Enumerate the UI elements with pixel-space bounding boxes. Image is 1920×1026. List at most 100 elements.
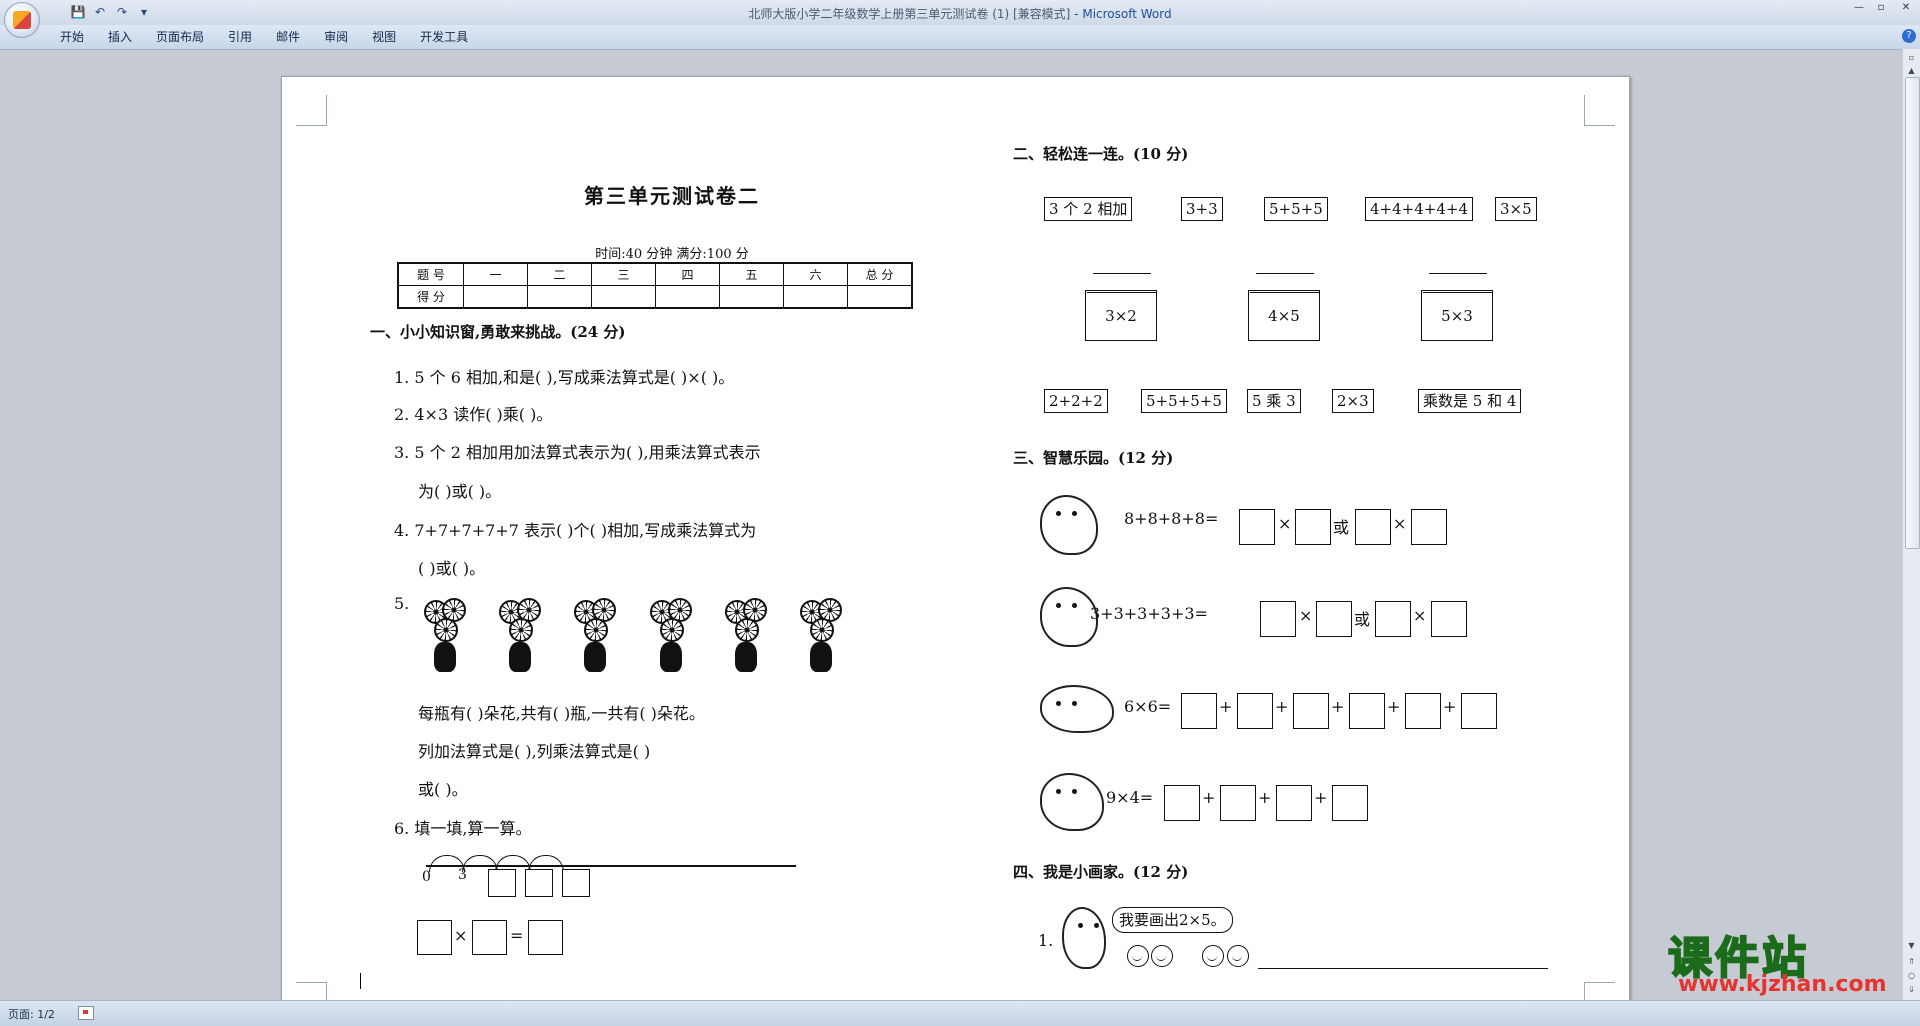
tab-insert[interactable]: 插入: [96, 25, 144, 49]
question-3-line1: 3. 5 个 2 相加用加法算式表示为( ),用乘法算式表示: [394, 443, 761, 462]
speech-bubble: 我要画出2×5。: [1112, 907, 1233, 933]
answer-box[interactable]: [1461, 693, 1497, 729]
or-label: 或: [1333, 518, 1350, 537]
previous-page-icon[interactable]: ⇑: [1905, 955, 1918, 968]
score-table: 题 号 一 二 三 四 五 六 总 分 得 分: [397, 262, 913, 309]
match-option-bottom[interactable]: 2+2+2: [1044, 389, 1108, 413]
answer-box[interactable]: [1220, 785, 1256, 821]
answer-box[interactable]: [1332, 785, 1368, 821]
table-cell[interactable]: [655, 285, 720, 309]
document-page[interactable]: 第三单元测试卷二 时间:40 分钟 满分:100 分 题 号 一 二 三 四 五…: [281, 76, 1630, 1004]
match-option-bottom[interactable]: 乘数是 5 和 4: [1418, 389, 1522, 413]
exam-meta: 时间:40 分钟 满分:100 分: [595, 247, 749, 262]
tab-review[interactable]: 审阅: [312, 25, 360, 49]
table-cell: 三: [591, 262, 656, 286]
tab-home[interactable]: 开始: [48, 25, 96, 49]
answer-box[interactable]: [1164, 785, 1200, 821]
ruler-toggle-icon[interactable]: ▫: [1905, 51, 1918, 64]
match-option-top[interactable]: 3×5: [1495, 197, 1537, 221]
house-label: 4×5: [1248, 290, 1320, 341]
table-row: 题 号 一 二 三 四 五 六 总 分: [397, 262, 913, 286]
answer-box[interactable]: [1349, 693, 1385, 729]
answer-box[interactable]: [528, 920, 563, 955]
answer-box[interactable]: [472, 920, 507, 955]
vertical-scrollbar[interactable]: ▫ ▲ ▼ ⇑ ○ ⇓: [1902, 49, 1920, 1000]
scroll-thumb[interactable]: [1905, 77, 1920, 549]
answer-box[interactable]: [1260, 601, 1296, 637]
table-cell[interactable]: [847, 285, 913, 309]
house-card[interactable]: 4×5: [1245, 273, 1323, 341]
match-option-top[interactable]: 3 个 2 相加: [1044, 197, 1133, 221]
office-logo-icon: [13, 11, 31, 29]
close-button[interactable]: ✕: [1892, 0, 1920, 16]
table-cell: 四: [655, 262, 720, 286]
maximize-button[interactable]: ▫: [1870, 0, 1892, 16]
house-card[interactable]: 3×2: [1082, 273, 1160, 341]
table-cell[interactable]: [719, 285, 784, 309]
answer-box[interactable]: [417, 920, 452, 955]
tab-mailings[interactable]: 邮件: [264, 25, 312, 49]
answer-box[interactable]: [1375, 601, 1411, 637]
match-option-bottom[interactable]: 2×3: [1332, 389, 1374, 413]
table-cell: 题 号: [397, 262, 464, 286]
flower-vase-icon: [420, 598, 470, 674]
house-card[interactable]: 5×3: [1418, 273, 1496, 341]
table-cell[interactable]: [527, 285, 592, 309]
match-option-top[interactable]: 4+4+4+4+4: [1365, 197, 1473, 221]
times-sign: ×: [1393, 514, 1407, 533]
drawing-line: [1258, 968, 1548, 969]
plus-sign: +: [1443, 697, 1457, 716]
answer-box[interactable]: [1405, 693, 1441, 729]
site-watermark: 课件站 www.kjzhan.com: [1667, 922, 1898, 1000]
macro-recording-icon[interactable]: [78, 1006, 94, 1020]
window-title: 北师大版小学二年级数学上册第三单元测试卷 (1) [兼容模式] - Micros…: [0, 5, 1920, 22]
question-2: 2. 4×3 读作( )乘( )。: [394, 405, 553, 424]
help-icon[interactable]: ?: [1902, 29, 1916, 43]
table-cell[interactable]: [591, 285, 656, 309]
answer-box[interactable]: [1316, 601, 1352, 637]
monkey-icon: [1062, 907, 1106, 969]
times-sign: ×: [1299, 606, 1313, 625]
answer-box[interactable]: [1411, 509, 1447, 545]
table-cell: 五: [719, 262, 784, 286]
match-option-top[interactable]: 5+5+5: [1264, 197, 1328, 221]
browse-object-icon[interactable]: ○: [1905, 969, 1918, 982]
match-option-bottom[interactable]: 5 乘 3: [1247, 389, 1301, 413]
tab-view[interactable]: 视图: [360, 25, 408, 49]
answer-box[interactable]: [1431, 601, 1467, 637]
match-option-bottom[interactable]: 5+5+5+5: [1141, 389, 1227, 413]
answer-box[interactable]: [1237, 693, 1273, 729]
answer-box[interactable]: [1276, 785, 1312, 821]
exam-title: 第三单元测试卷二: [584, 184, 760, 208]
minimize-button[interactable]: —: [1848, 0, 1870, 16]
answer-box[interactable]: [1355, 509, 1391, 545]
page-count[interactable]: 页面: 1/2: [8, 1006, 55, 1022]
answer-box[interactable]: [1239, 509, 1275, 545]
office-button[interactable]: [4, 2, 40, 38]
margin-corner-mark: [296, 95, 327, 126]
answer-box[interactable]: [562, 869, 590, 897]
ribbon-tab-bar: 开始 插入 页面布局 引用 邮件 审阅 视图 开发工具 ?: [0, 25, 1920, 50]
table-cell[interactable]: [463, 285, 528, 309]
scroll-down-icon[interactable]: ▼: [1905, 939, 1918, 952]
answer-box[interactable]: [1181, 693, 1217, 729]
question-5-number: 5.: [394, 594, 410, 613]
plus-sign: +: [1275, 697, 1289, 716]
flower-vase-icon: [796, 598, 846, 674]
next-page-icon[interactable]: ⇓: [1905, 983, 1918, 996]
section-1-heading: 一、小小知识窗,勇敢来挑战。(24 分): [370, 323, 626, 341]
answer-box[interactable]: [525, 869, 553, 897]
house-label: 3×2: [1085, 290, 1157, 341]
tab-page-layout[interactable]: 页面布局: [144, 25, 216, 49]
answer-box[interactable]: [1293, 693, 1329, 729]
tab-references[interactable]: 引用: [216, 25, 264, 49]
rabbit-icon: [1040, 773, 1104, 831]
answer-box[interactable]: [1295, 509, 1331, 545]
answer-box[interactable]: [488, 869, 516, 897]
tab-developer[interactable]: 开发工具: [408, 25, 480, 49]
plus-sign: +: [1331, 697, 1345, 716]
scroll-up-icon[interactable]: ▲: [1905, 64, 1918, 77]
table-cell[interactable]: [783, 285, 848, 309]
match-option-top[interactable]: 3+3: [1181, 197, 1223, 221]
smiley-icon: [1227, 945, 1249, 967]
